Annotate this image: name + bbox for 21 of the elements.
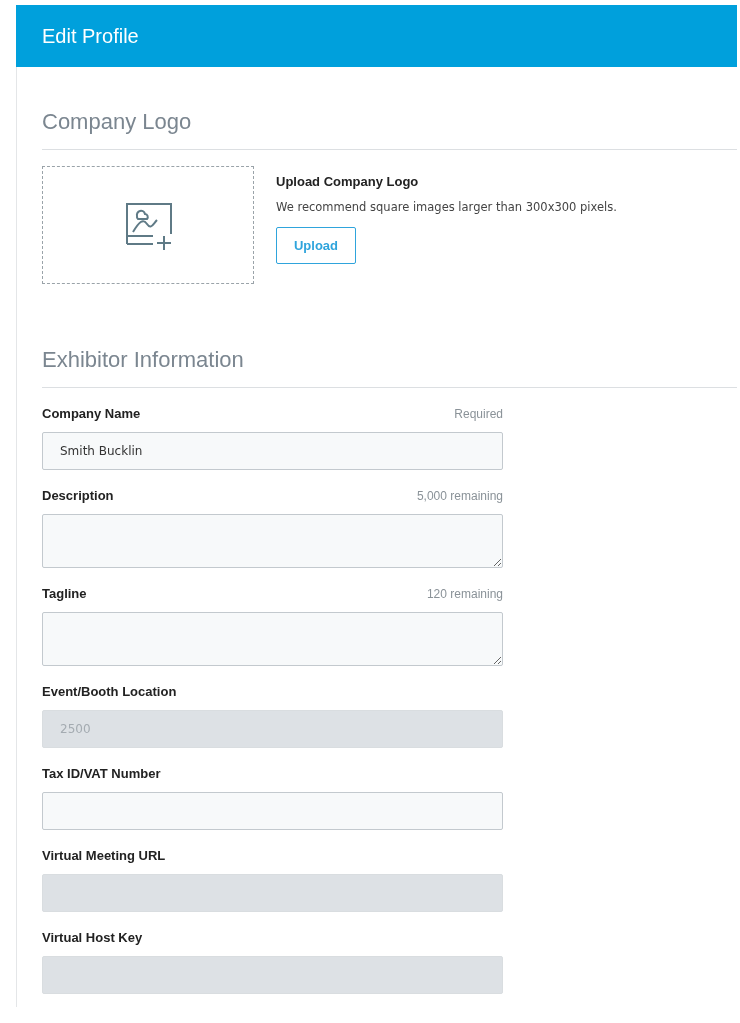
textarea-field[interactable] <box>42 514 503 568</box>
field-hint: 120 remaining <box>426 587 503 601</box>
field-label: Company Name <box>42 406 141 421</box>
field-label: Event/Booth Location <box>42 684 177 699</box>
textarea-field[interactable] <box>42 612 503 666</box>
field-label: Tagline <box>42 586 87 601</box>
section-heading: Exhibitor Information <box>42 347 245 374</box>
page-title: Edit Profile <box>42 24 139 48</box>
upload-hint: We recommend square images larger than 300x300 pixels. <box>276 200 617 214</box>
logo-dropzone[interactable] <box>42 166 254 284</box>
upload-title: Upload Company Logo <box>276 174 419 189</box>
field-hint: 5,000 remaining <box>416 489 503 503</box>
field-label: Description <box>42 488 114 503</box>
input-field[interactable] <box>42 792 503 830</box>
field-hint: Required <box>454 407 503 421</box>
field-label: Virtual Host Key <box>42 930 143 945</box>
section-heading: Company Logo <box>42 109 193 136</box>
field-label: Virtual Meeting URL <box>42 848 166 863</box>
input-field[interactable]: Smith Bucklin <box>42 432 503 470</box>
upload-button[interactable]: Upload <box>276 227 356 264</box>
field-label: Tax ID/VAT Number <box>42 766 161 781</box>
